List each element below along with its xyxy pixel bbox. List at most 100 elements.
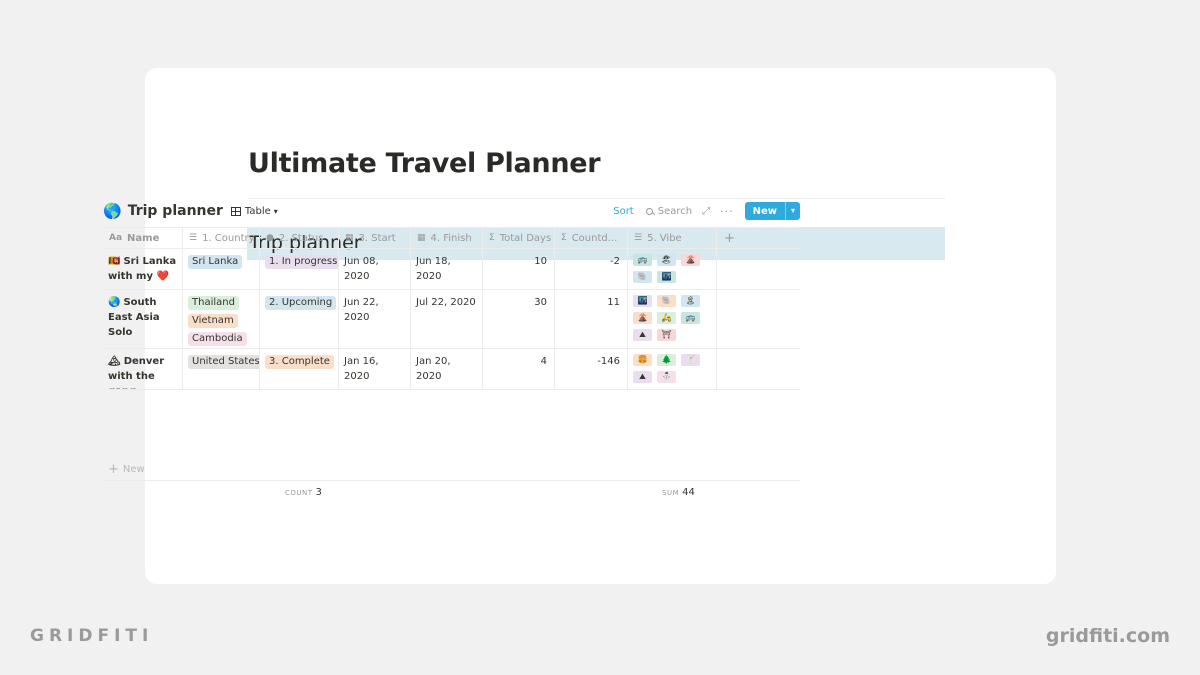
vibe-tag: 🌲 — [657, 354, 676, 366]
search-icon — [645, 207, 653, 215]
sort-button[interactable]: Sort — [613, 206, 634, 217]
status-tag: 1. In progress — [265, 255, 338, 269]
new-button[interactable]: New ▾ — [744, 202, 800, 220]
more-options-icon[interactable]: ··· — [720, 205, 734, 218]
country-tag: Vietnam — [188, 314, 238, 328]
add-new-row[interactable]: + New — [103, 459, 800, 481]
table-header-row: Aa Name ☰ 1. Country ● 2. Status ▦ 3. Start … — [103, 227, 800, 249]
column-label: Total Days — [499, 232, 552, 244]
table-view-icon — [230, 206, 241, 216]
total-days-cell[interactable]: 30 — [483, 290, 555, 348]
countdown-cell[interactable]: 11 — [555, 290, 628, 348]
country-cell[interactable]: Thailand Vietnam Cambodia — [183, 290, 260, 348]
vibe-cell[interactable]: 🚌 🏖 🌋 🐘 🌃 — [628, 249, 717, 289]
column-label: 5. Vibe — [647, 232, 682, 244]
sum-label: SUM — [662, 489, 680, 497]
vibe-tag: 🌃 — [633, 295, 652, 307]
view-label: Table — [244, 205, 271, 217]
name-cell[interactable]: 🏔Denver with the gang — [103, 349, 183, 389]
country-tag: Thailand — [188, 296, 239, 310]
finish-date-cell[interactable]: Jan 20, 2020 — [411, 349, 483, 389]
vibe-tag: 🌋 — [633, 312, 652, 324]
page-title: Ultimate Travel Planner — [248, 148, 601, 179]
database-actions: Sort Search ⤢ ··· New ▾ — [613, 202, 800, 220]
vibe-tag: 🚌 — [633, 254, 652, 266]
formula-property-icon: Σ — [489, 232, 495, 243]
search-button[interactable]: Search — [645, 205, 693, 217]
vibe-tag: ⛄ — [657, 371, 676, 383]
status-cell[interactable]: 1. In progress — [260, 249, 339, 289]
vibe-tags: 🍔 🌲 🍸 ⛰ ⛄ — [633, 354, 711, 383]
column-header-vibe[interactable]: ☰ 5. Vibe — [628, 228, 717, 248]
country-tag: Sri Lanka — [188, 255, 243, 269]
multiselect-property-icon: ☰ — [634, 232, 643, 243]
vibe-tag: ⛩ — [657, 329, 676, 341]
new-dropdown-chevron-icon[interactable]: ▾ — [784, 202, 800, 220]
empty-cell — [717, 349, 800, 389]
status-cell[interactable]: 3. Complete — [260, 349, 339, 389]
column-header-total-days[interactable]: Σ Total Days — [483, 228, 555, 248]
sum-calculation[interactable]: SUM 44 — [662, 487, 695, 498]
country-cell[interactable]: United States — [183, 349, 260, 389]
vibe-tag: 🏖 — [657, 254, 676, 266]
new-row-label: New — [122, 464, 145, 475]
country-cell[interactable]: Sri Lanka — [183, 249, 260, 289]
finish-date-cell[interactable]: Jul 22, 2020 — [411, 290, 483, 348]
vibe-tag: 🐘 — [633, 271, 652, 283]
table-row[interactable]: 🇱🇰 Sri Lanka with my ❤️ Sri Lanka 1. In p… — [103, 249, 800, 290]
total-days-cell[interactable]: 4 — [483, 349, 555, 389]
finish-date-cell[interactable]: Jun 18, 2020 — [411, 249, 483, 289]
status-cell[interactable]: 2. Upcoming — [260, 290, 339, 348]
column-header-name[interactable]: Aa Name — [103, 228, 183, 248]
countdown-cell[interactable]: -2 — [555, 249, 628, 289]
table-row[interactable]: 🌏 South East Asia Solo Thailand Vietnam C… — [103, 290, 800, 349]
vibe-cell[interactable]: 🌃 🐘 🏝 🌋 🛵 🚌 ⛰ ⛩ — [628, 290, 717, 348]
search-label: Search — [657, 205, 693, 217]
column-header-countdown[interactable]: Σ Countd... — [555, 228, 628, 248]
country-tag: United States — [188, 355, 259, 369]
brand-url: gridfiti.com — [1045, 625, 1170, 647]
add-property-icon[interactable]: + — [717, 228, 800, 248]
start-date-cell[interactable]: Jun 22, 2020 — [339, 290, 411, 348]
vibe-tag: ⛰ — [633, 371, 652, 383]
name-cell[interactable]: 🇱🇰 Sri Lanka with my ❤️ — [103, 249, 183, 289]
empty-cell — [717, 290, 800, 348]
status-tag: 3. Complete — [265, 355, 334, 369]
vibe-tag: 🐘 — [657, 295, 676, 307]
count-value: 3 — [315, 487, 322, 498]
countdown-cell[interactable]: -146 — [555, 349, 628, 389]
status-tag: 2. Upcoming — [265, 296, 337, 310]
mountain-icon: 🏔 — [108, 356, 121, 367]
column-label: Name — [127, 232, 160, 244]
date-property-icon: ▦ — [417, 232, 426, 243]
vibe-tag: 🏝 — [681, 295, 700, 307]
multiselect-property-icon: ☰ — [189, 232, 198, 243]
plus-icon: + — [108, 462, 119, 477]
database-title[interactable]: Trip planner — [128, 203, 223, 219]
column-label: Countd... — [571, 232, 618, 244]
vibe-tag: 🛵 — [657, 312, 676, 324]
new-button-label[interactable]: New — [745, 206, 785, 217]
formula-property-icon: Σ — [561, 232, 567, 243]
column-header-finish[interactable]: ▦ 4. Finish — [411, 228, 483, 248]
column-header-country[interactable]: ☰ 1. Country — [183, 228, 260, 248]
vibe-tag: 🚌 — [681, 312, 700, 324]
chevron-down-icon: ▾ — [273, 206, 278, 216]
brand-wordmark: GRIDFITI — [30, 626, 154, 646]
column-header-start[interactable]: ▦ 3. Start — [339, 228, 411, 248]
sum-value: 44 — [682, 487, 695, 498]
view-switcher[interactable]: Table ▾ — [230, 205, 278, 217]
vibe-tags: 🌃 🐘 🏝 🌋 🛵 🚌 ⛰ ⛩ — [633, 295, 711, 341]
vibe-tags: 🚌 🏖 🌋 🐘 🌃 — [633, 254, 711, 283]
vibe-cell[interactable]: 🍔 🌲 🍸 ⛰ ⛄ — [628, 349, 717, 389]
start-date-cell[interactable]: Jan 16, 2020 — [339, 349, 411, 389]
expand-icon[interactable]: ⤢ — [702, 206, 710, 217]
total-days-cell[interactable]: 10 — [483, 249, 555, 289]
start-date-cell[interactable]: Jun 08, 2020 — [339, 249, 411, 289]
name-cell[interactable]: 🌏 South East Asia Solo — [103, 290, 183, 348]
flag-icon: 🇱🇰 — [108, 256, 121, 267]
count-calculation[interactable]: COUNT 3 — [285, 487, 322, 498]
table-row[interactable]: 🏔Denver with the gang United States 3. C… — [103, 349, 800, 390]
column-header-status[interactable]: ● 2. Status — [260, 228, 339, 248]
date-property-icon: ▦ — [345, 232, 354, 243]
